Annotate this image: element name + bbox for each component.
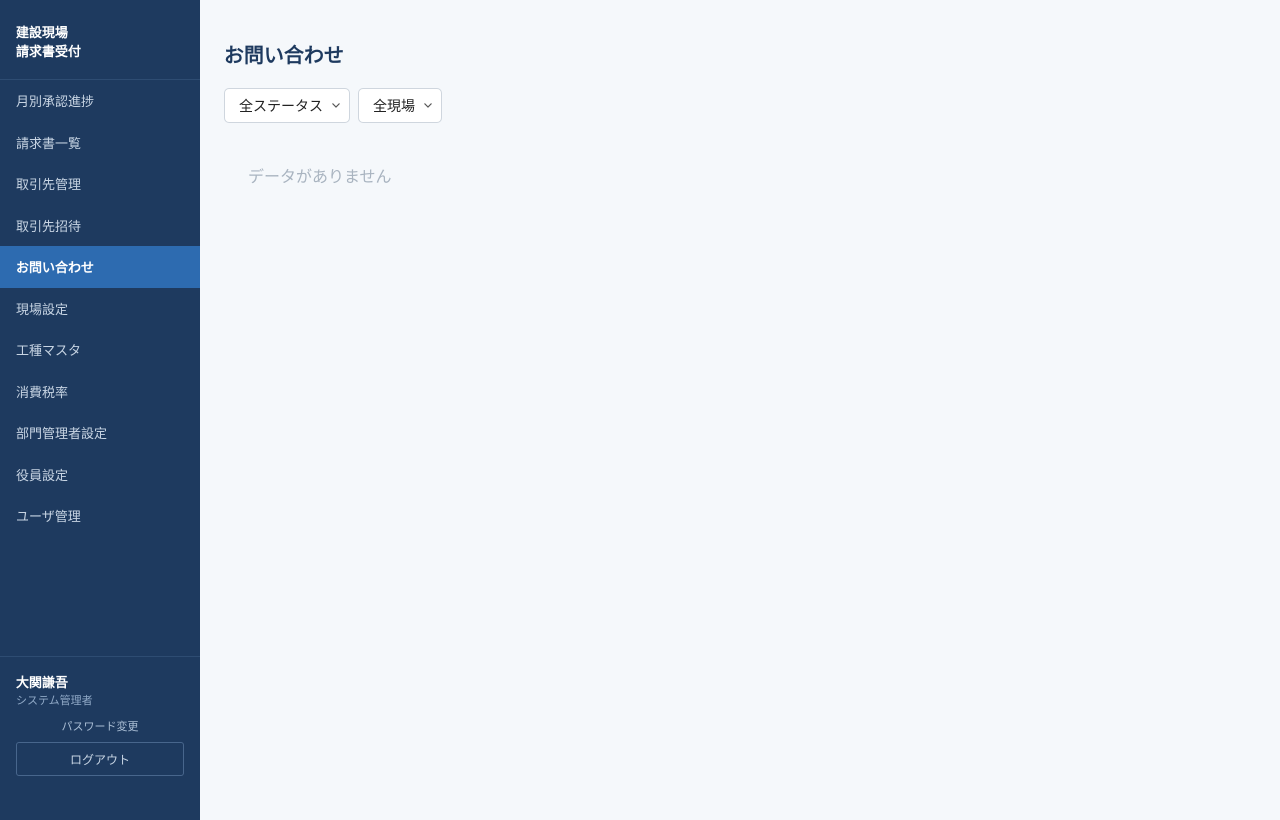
site-filter-select[interactable]: 全現場 (358, 88, 442, 123)
main-content: お問い合わせ 全ステータス 全現場 データがありません (200, 0, 1280, 820)
brand-line-2: 請求書受付 (16, 45, 82, 60)
status-filter-value: 全ステータス (239, 98, 323, 115)
site-filter-value: 全現場 (373, 98, 415, 115)
sidebar-item-executive-settings[interactable]: 役員設定 (0, 454, 200, 496)
brand-line-1: 建設現場 (16, 26, 69, 41)
chevron-down-icon (424, 103, 432, 108)
sidebar-item-monthly-approval[interactable]: 月別承認進捗 (0, 80, 200, 122)
sidebar-item-vendor-management[interactable]: 取引先管理 (0, 163, 200, 205)
sidebar-item-inquiries[interactable]: お問い合わせ (0, 246, 200, 288)
sidebar: 建設現場 請求書受付 月別承認進捗 請求書一覧 取引先管理 取引先招待 お問い合… (0, 0, 200, 820)
sidebar-item-tax-rate[interactable]: 消費税率 (0, 371, 200, 413)
sidebar-item-department-admin[interactable]: 部門管理者設定 (0, 412, 200, 454)
sidebar-item-vendor-invite[interactable]: 取引先招待 (0, 205, 200, 247)
filter-bar: 全ステータス 全現場 (224, 88, 1256, 123)
empty-state-message: データがありません (248, 167, 392, 186)
logout-button[interactable]: ログアウト (16, 742, 184, 776)
sidebar-item-invoice-list[interactable]: 請求書一覧 (0, 122, 200, 164)
user-panel: 大関謙吾 システム管理者 パスワード変更 ログアウト (0, 656, 200, 820)
sidebar-nav: 月別承認進捗 請求書一覧 取引先管理 取引先招待 お問い合わせ 現場設定 工種マ… (0, 80, 200, 537)
user-name: 大関謙吾 (16, 676, 69, 691)
status-filter-select[interactable]: 全ステータス (224, 88, 350, 123)
change-password-link[interactable]: パスワード変更 (16, 720, 184, 734)
sidebar-item-site-settings[interactable]: 現場設定 (0, 288, 200, 330)
sidebar-item-user-management[interactable]: ユーザ管理 (0, 495, 200, 537)
sidebar-item-work-type-master[interactable]: 工種マスタ (0, 329, 200, 371)
page-title: お問い合わせ (224, 43, 344, 67)
app-brand: 建設現場 請求書受付 (0, 0, 200, 80)
chevron-down-icon (332, 103, 340, 108)
user-role: システム管理者 (16, 694, 93, 707)
